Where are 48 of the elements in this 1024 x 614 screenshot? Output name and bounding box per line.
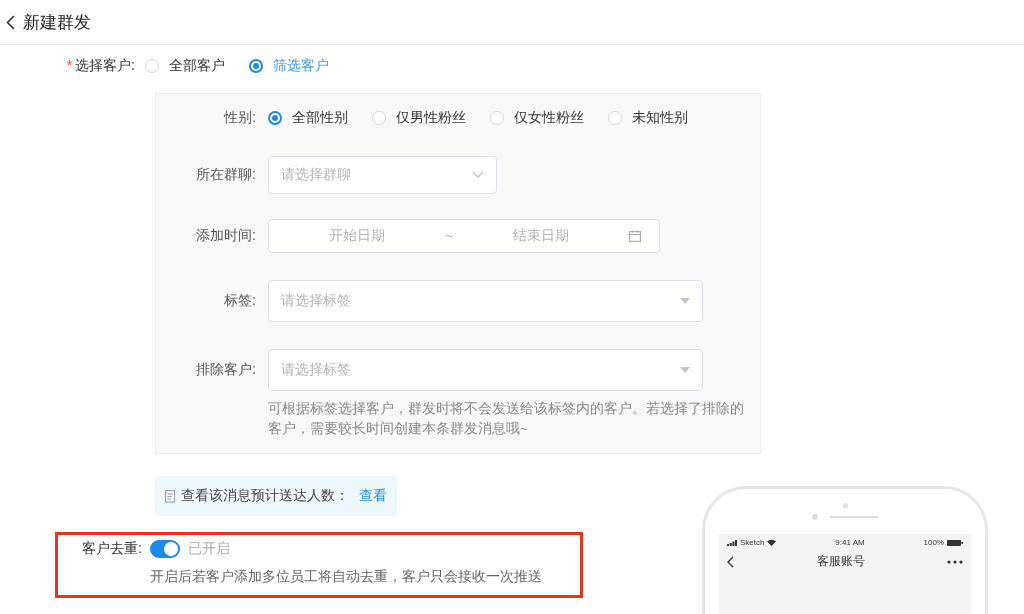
camera-dot-icon [842, 503, 848, 508]
more-icon[interactable] [947, 559, 963, 564]
page-title: 新建群发 [23, 11, 91, 34]
range-separator: ~ [444, 228, 454, 244]
wifi-icon [767, 539, 777, 546]
placeholder-text: 请选择群聊 [281, 166, 351, 184]
field-label: 性别: [222, 109, 257, 127]
select-field[interactable]: 请选择标签 [268, 280, 703, 322]
caret-down-icon [680, 298, 690, 304]
select-field[interactable]: 请选择群聊 [268, 156, 497, 194]
placeholder-text: 开始日期 [327, 227, 386, 245]
date-range-field[interactable]: 开始日期 ~ 结束日期 [268, 219, 660, 253]
calendar-icon [629, 230, 641, 242]
field-label: 排除客户: [195, 361, 257, 379]
field-label: 选择客户: [75, 57, 135, 73]
estimate-text: 查看该消息预计送达人数： [181, 487, 349, 505]
required-mark: * [66, 57, 73, 73]
chevron-down-icon [472, 171, 484, 179]
status-time: 9:41 AM [835, 538, 865, 547]
radio-option[interactable]: 仅男性粉丝 [372, 109, 466, 127]
document-icon [165, 489, 177, 503]
view-link[interactable]: 查看 [359, 487, 387, 505]
phone-nav-title: 客服账号 [816, 553, 865, 570]
placeholder-text: 请选择标签 [281, 361, 351, 379]
speaker-icon [812, 514, 878, 520]
back-icon[interactable] [727, 555, 734, 568]
select-field[interactable]: 请选择标签 [268, 349, 703, 391]
placeholder-text: 请选择标签 [281, 292, 351, 310]
field-label: 添加时间: [195, 227, 257, 245]
radio-option[interactable]: 未知性别 [608, 109, 688, 127]
signal-icon [727, 539, 737, 546]
placeholder-text: 结束日期 [512, 227, 571, 245]
radio-option[interactable]: 全部客户 [145, 57, 225, 75]
field-label: 客户去重: [81, 540, 143, 558]
radio-option[interactable]: 仅女性粉丝 [490, 109, 584, 127]
switch-status: 已开启 [188, 540, 230, 558]
hint-text: 开启后若客户添加多位员工将自动去重，客户只会接收一次推送 [150, 568, 543, 586]
radio-option[interactable]: 筛选客户 [249, 57, 329, 75]
carrier-text: Sketch [740, 538, 765, 547]
back-icon[interactable] [6, 14, 15, 30]
battery-icon [947, 539, 963, 546]
toggle-switch[interactable] [150, 540, 180, 558]
radio-option[interactable]: 全部性别 [268, 109, 348, 127]
battery-percent: 100% [923, 538, 944, 547]
field-label: 所在群聊: [195, 166, 257, 184]
field-label: 标签: [223, 292, 257, 310]
hint-text: 可根据标签选择客户，群发时将不会发送给该标签内的客户。若选择了排除的客户，需要较长时间创建本条群发消息哦~ [268, 400, 745, 438]
caret-down-icon [680, 367, 690, 373]
